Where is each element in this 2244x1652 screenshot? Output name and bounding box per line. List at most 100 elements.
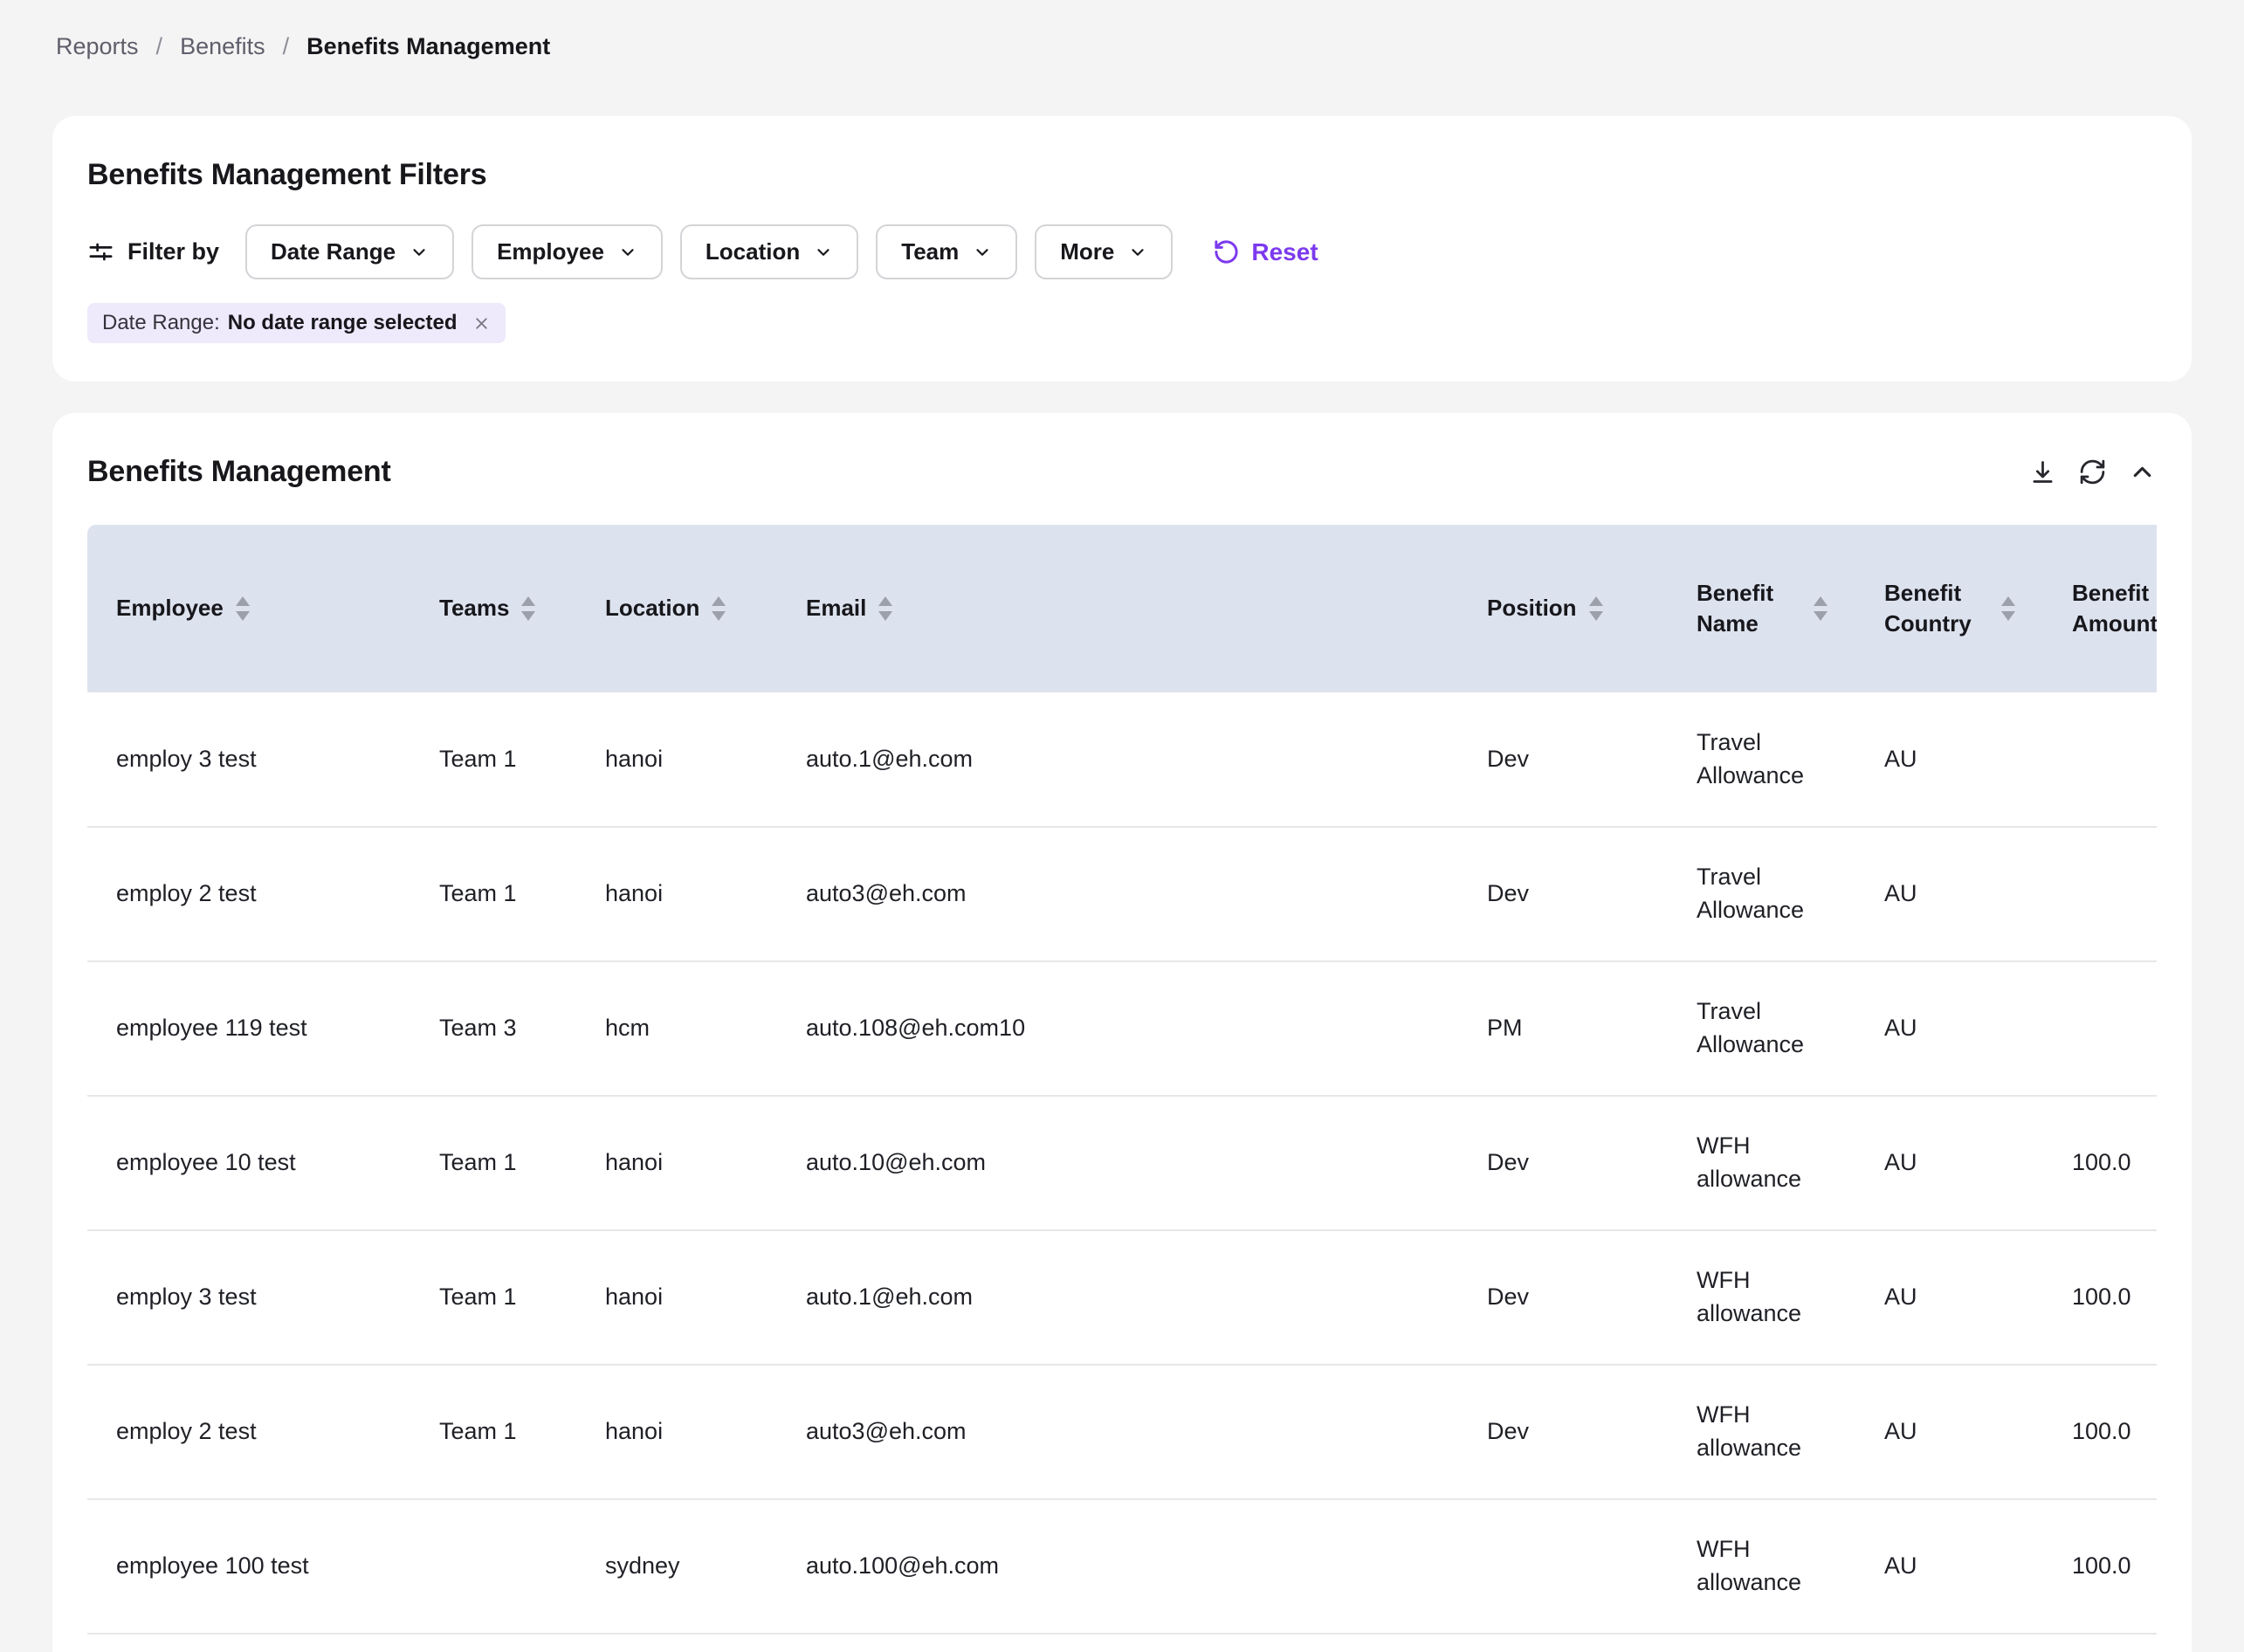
table-row: employee 100 test sydney auto.100@eh.com… — [87, 1499, 2157, 1634]
report-actions — [2028, 458, 2157, 486]
cell-benefit-name: WFH allowance — [1668, 1365, 1855, 1499]
cell-benefit-name: Travel Allowance — [1668, 961, 1855, 1096]
cell-employee: employee 119 test — [87, 961, 410, 1096]
download-icon — [2028, 458, 2057, 486]
cell-benefit-amount: 100.0 — [2043, 1230, 2157, 1365]
rotate-ccw-icon — [1213, 238, 1240, 265]
cell-teams: Team 1 — [410, 1230, 576, 1365]
table-row: employee 10 test Team 1 hanoi auto.10@eh… — [87, 1096, 2157, 1230]
sync-icon — [2078, 458, 2107, 486]
filter-button-label: Team — [901, 238, 959, 265]
cell-location: sydney — [576, 1499, 777, 1634]
table-row: employee 119 test Team 3 hcm auto.108@eh… — [87, 961, 2157, 1096]
reset-filters-button[interactable]: Reset — [1213, 238, 1318, 266]
cell-email: auto.108@eh.com10 — [777, 961, 1458, 1096]
cell-teams — [410, 1499, 576, 1634]
cell-location: hanoi — [576, 827, 777, 961]
cell-benefit-amount — [2043, 827, 2157, 961]
collapse-button[interactable] — [2128, 458, 2157, 486]
location-filter-button[interactable]: Location — [680, 224, 858, 279]
cell-email: auto.1@eh.com — [777, 1230, 1458, 1365]
cell-position: Dev — [1458, 1096, 1668, 1230]
cell-email: auto.100@eh.com — [777, 1499, 1458, 1634]
filter-button-label: Employee — [497, 238, 604, 265]
column-label: Benefit Name — [1697, 578, 1801, 639]
column-label: Location — [605, 593, 699, 623]
table-row: employ 2 test Team 1 hanoi auto3@eh.com … — [87, 827, 2157, 961]
breadcrumb: Reports / Benefits / Benefits Management — [52, 33, 2192, 60]
breadcrumb-current-page: Benefits Management — [306, 33, 550, 60]
filter-button-label: More — [1060, 238, 1114, 265]
cell-benefit-country: AU — [1855, 1096, 2043, 1230]
cell-position: Dev — [1458, 1365, 1668, 1499]
sort-arrows-icon — [1814, 596, 1828, 621]
filter-button-label: Date Range — [271, 238, 396, 265]
chip-label: Date Range: — [102, 311, 220, 335]
filter-by-label: Filter by — [127, 238, 219, 265]
refresh-button[interactable] — [2078, 458, 2107, 486]
column-header-teams[interactable]: Teams — [410, 525, 576, 692]
column-header-position[interactable]: Position — [1458, 525, 1668, 692]
sort-arrows-icon — [2001, 596, 2015, 621]
benefits-table: Employee Teams Location Email Position B… — [87, 525, 2157, 1635]
team-filter-button[interactable]: Team — [876, 224, 1017, 279]
column-header-email[interactable]: Email — [777, 525, 1458, 692]
cell-benefit-country: AU — [1855, 692, 2043, 827]
cell-location: hcm — [576, 961, 777, 1096]
breadcrumb-link-benefits[interactable]: Benefits — [180, 33, 265, 60]
chevron-up-icon — [2128, 458, 2157, 486]
cell-email: auto3@eh.com — [777, 827, 1458, 961]
cell-location: hanoi — [576, 1096, 777, 1230]
breadcrumb-link-reports[interactable]: Reports — [56, 33, 139, 60]
sort-arrows-icon — [521, 596, 535, 621]
column-label: Teams — [439, 593, 509, 623]
chevron-down-icon — [410, 243, 429, 262]
cell-benefit-name: WFH allowance — [1668, 1230, 1855, 1365]
column-header-benefit-amount[interactable]: Benefit Amount — [2043, 525, 2157, 692]
cell-benefit-amount: 100.0 — [2043, 1365, 2157, 1499]
chip-remove-button[interactable] — [472, 314, 491, 333]
filter-row: Filter by Date Range Employee Location T… — [87, 224, 2157, 279]
column-label: Position — [1487, 593, 1577, 623]
date-range-filter-chip: Date Range: No date range selected — [87, 303, 506, 343]
column-header-benefit-country[interactable]: Benefit Country — [1855, 525, 2043, 692]
cell-benefit-amount — [2043, 692, 2157, 827]
employee-filter-button[interactable]: Employee — [472, 224, 663, 279]
filters-card-title: Benefits Management Filters — [87, 156, 2157, 193]
cell-teams: Team 1 — [410, 827, 576, 961]
cell-benefit-name: WFH allowance — [1668, 1096, 1855, 1230]
column-header-benefit-name[interactable]: Benefit Name — [1668, 525, 1855, 692]
cell-teams: Team 1 — [410, 1096, 576, 1230]
download-button[interactable] — [2028, 458, 2057, 486]
table-row: employ 3 test Team 1 hanoi auto.1@eh.com… — [87, 1230, 2157, 1365]
table-row: employ 2 test Team 1 hanoi auto3@eh.com … — [87, 1365, 2157, 1499]
sliders-icon — [87, 238, 114, 265]
more-filter-button[interactable]: More — [1035, 224, 1173, 279]
column-label: Benefit Country — [1884, 578, 1989, 639]
filters-card: Benefits Management Filters Filter by Da… — [52, 116, 2192, 382]
benefits-report-card: Benefits Management — [52, 413, 2192, 1652]
sort-arrows-icon — [712, 596, 726, 621]
sort-arrows-icon — [236, 596, 250, 621]
column-header-location[interactable]: Location — [576, 525, 777, 692]
cell-teams: Team 3 — [410, 961, 576, 1096]
cell-email: auto.10@eh.com — [777, 1096, 1458, 1230]
breadcrumb-separator: / — [283, 33, 290, 60]
cell-position: Dev — [1458, 1230, 1668, 1365]
cell-benefit-name: Travel Allowance — [1668, 692, 1855, 827]
report-title: Benefits Management — [87, 453, 391, 490]
column-label: Employee — [116, 593, 224, 623]
reset-label: Reset — [1251, 238, 1318, 266]
cell-position: PM — [1458, 961, 1668, 1096]
cell-teams: Team 1 — [410, 1365, 576, 1499]
chevron-down-icon — [814, 243, 833, 262]
cell-position — [1458, 1499, 1668, 1634]
cell-benefit-country: AU — [1855, 1365, 2043, 1499]
column-label: Benefit Amount — [2072, 578, 2157, 639]
sort-arrows-icon — [878, 596, 892, 621]
cell-teams: Team 1 — [410, 692, 576, 827]
benefits-table-container[interactable]: Employee Teams Location Email Position B… — [87, 525, 2157, 1635]
column-header-employee[interactable]: Employee — [87, 525, 410, 692]
date-range-filter-button[interactable]: Date Range — [245, 224, 454, 279]
chevron-down-icon — [973, 243, 992, 262]
